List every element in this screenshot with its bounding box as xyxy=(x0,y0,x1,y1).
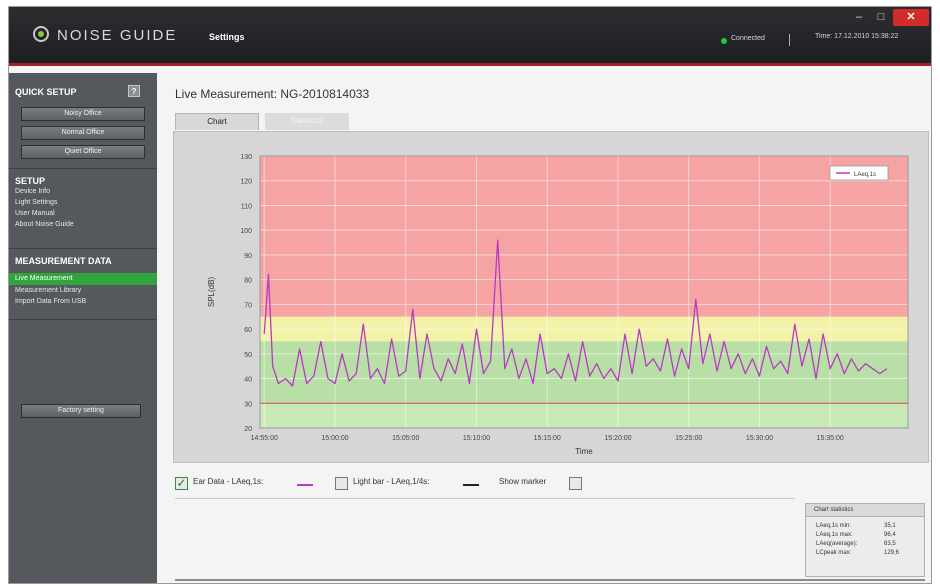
noise-guide-logo-icon xyxy=(33,26,49,42)
x-tick-label: 15:25:00 xyxy=(675,435,702,442)
sidebar-item-device-info[interactable]: Device Info xyxy=(15,188,50,195)
x-tick-label: 15:00:00 xyxy=(321,435,348,442)
x-tick-label: 15:15:00 xyxy=(534,435,561,442)
preset-noisy-office-button[interactable]: Noisy Office xyxy=(21,107,145,121)
y-tick-label: 90 xyxy=(244,253,252,260)
y-tick-label: 20 xyxy=(244,426,252,433)
content-divider xyxy=(175,498,795,499)
preset-normal-office-button[interactable]: Normal Office xyxy=(21,126,145,140)
preset-quiet-office-button[interactable]: Quiet Office xyxy=(21,145,145,159)
sidebar-divider xyxy=(9,319,157,320)
stat-label: LAeq,1s min: xyxy=(816,523,852,529)
chart-panel: 20 30 40 50 60 70 80 90 100 110 120 130 14:55:00 15:0… xyxy=(173,131,929,463)
y-tick-label: 40 xyxy=(244,377,252,384)
legend-label: LAeq,1s xyxy=(854,172,876,178)
ear-data-label: Ear Data - LAeq,1s: xyxy=(193,477,264,486)
stat-label: LCpeak max: xyxy=(816,550,852,556)
factory-setting-button[interactable]: Factory setting xyxy=(21,404,141,418)
zone-red xyxy=(260,156,908,317)
light-bar-checkbox[interactable] xyxy=(335,477,348,490)
sidebar-item-about[interactable]: About Noise Guide xyxy=(15,221,74,228)
stat-label: LAeq(average): xyxy=(816,541,858,547)
sidebar-item-import-usb[interactable]: Import Data From USB xyxy=(15,298,86,305)
tab-statistics[interactable]: Statistics xyxy=(265,113,349,130)
sidebar-divider xyxy=(9,248,157,249)
y-tick-label: 80 xyxy=(244,278,252,285)
stats-title: Chart statistics xyxy=(806,504,924,517)
x-tick-label: 15:20:00 xyxy=(604,435,631,442)
y-tick-label: 50 xyxy=(244,352,252,359)
sidebar-item-light-settings[interactable]: Light Settings xyxy=(15,199,57,206)
y-tick-label: 120 xyxy=(240,179,252,186)
close-button[interactable]: ✕ xyxy=(893,9,929,26)
check-icon: ✓ xyxy=(176,476,187,490)
stat-value: 63,5 xyxy=(884,541,896,547)
maximize-button[interactable]: □ xyxy=(871,9,891,26)
sidebar: QUICK SETUP ? Noisy Office Normal Office… xyxy=(9,73,157,583)
x-tick-label: 14:55:00 xyxy=(251,435,278,442)
bottom-rule xyxy=(175,579,925,581)
x-tick-label: 15:30:00 xyxy=(746,435,773,442)
y-tick-label: 30 xyxy=(244,401,252,408)
stat-value: 35,1 xyxy=(884,523,896,529)
stat-value: 129,6 xyxy=(884,550,900,556)
tab-chart[interactable]: Chart xyxy=(175,113,259,130)
connection-status-icon xyxy=(721,38,727,44)
time-display: Time: 17.12.2010 15:38:22 xyxy=(815,33,899,40)
ear-data-line-swatch xyxy=(297,484,313,486)
y-tick-label: 100 xyxy=(240,228,252,235)
spl-chart: 20 30 40 50 60 70 80 90 100 110 120 130 14:55:00 15:0… xyxy=(207,154,909,456)
section-title: Settings xyxy=(209,32,245,42)
stat-label: LAeq,1s max: xyxy=(816,532,853,538)
measurement-data-heading: MEASUREMENT DATA xyxy=(15,256,112,266)
accent-divider xyxy=(9,63,931,66)
y-tick-label: 130 xyxy=(240,154,252,161)
sidebar-item-measurement-library[interactable]: Measurement Library xyxy=(15,287,81,294)
light-bar-label: Light bar - LAeq,1/4s: xyxy=(353,477,430,486)
status-separator xyxy=(789,34,790,46)
connection-status: Connected xyxy=(731,35,765,42)
stat-value: 96,4 xyxy=(884,532,896,538)
help-button[interactable]: ? xyxy=(128,85,140,97)
quick-setup-heading: QUICK SETUP xyxy=(15,87,77,97)
app-window: NOISE GUIDE Settings Connected Time: 17.… xyxy=(8,6,932,584)
ear-data-checkbox[interactable]: ✓ xyxy=(175,477,188,490)
title-bar: NOISE GUIDE Settings Connected Time: 17.… xyxy=(9,7,931,63)
x-tick-label: 15:05:00 xyxy=(392,435,419,442)
show-marker-checkbox[interactable] xyxy=(569,477,582,490)
light-bar-line-swatch xyxy=(463,484,479,486)
x-tick-label: 15:10:00 xyxy=(463,435,490,442)
show-marker-label: Show marker xyxy=(499,477,547,486)
y-tick-label: 60 xyxy=(244,327,252,334)
page-title: Live Measurement: NG-2010814033 xyxy=(175,87,370,101)
x-axis-label: Time xyxy=(575,447,593,456)
chart-statistics-panel: Chart statistics LAeq,1s min: 35,1 LAeq,… xyxy=(805,503,925,577)
y-tick-label: 110 xyxy=(241,203,252,210)
sidebar-item-user-manual[interactable]: User Manual xyxy=(15,210,55,217)
y-axis-label: SPL(dB) xyxy=(207,277,216,308)
sidebar-divider xyxy=(9,168,157,169)
x-tick-label: 15:35:00 xyxy=(817,435,844,442)
minimize-button[interactable]: – xyxy=(849,9,869,26)
app-name: NOISE GUIDE xyxy=(57,27,178,44)
sidebar-item-live-measurement[interactable]: Live Measurement xyxy=(15,275,73,282)
y-tick-label: 70 xyxy=(244,302,252,309)
setup-heading: SETUP xyxy=(15,176,46,186)
